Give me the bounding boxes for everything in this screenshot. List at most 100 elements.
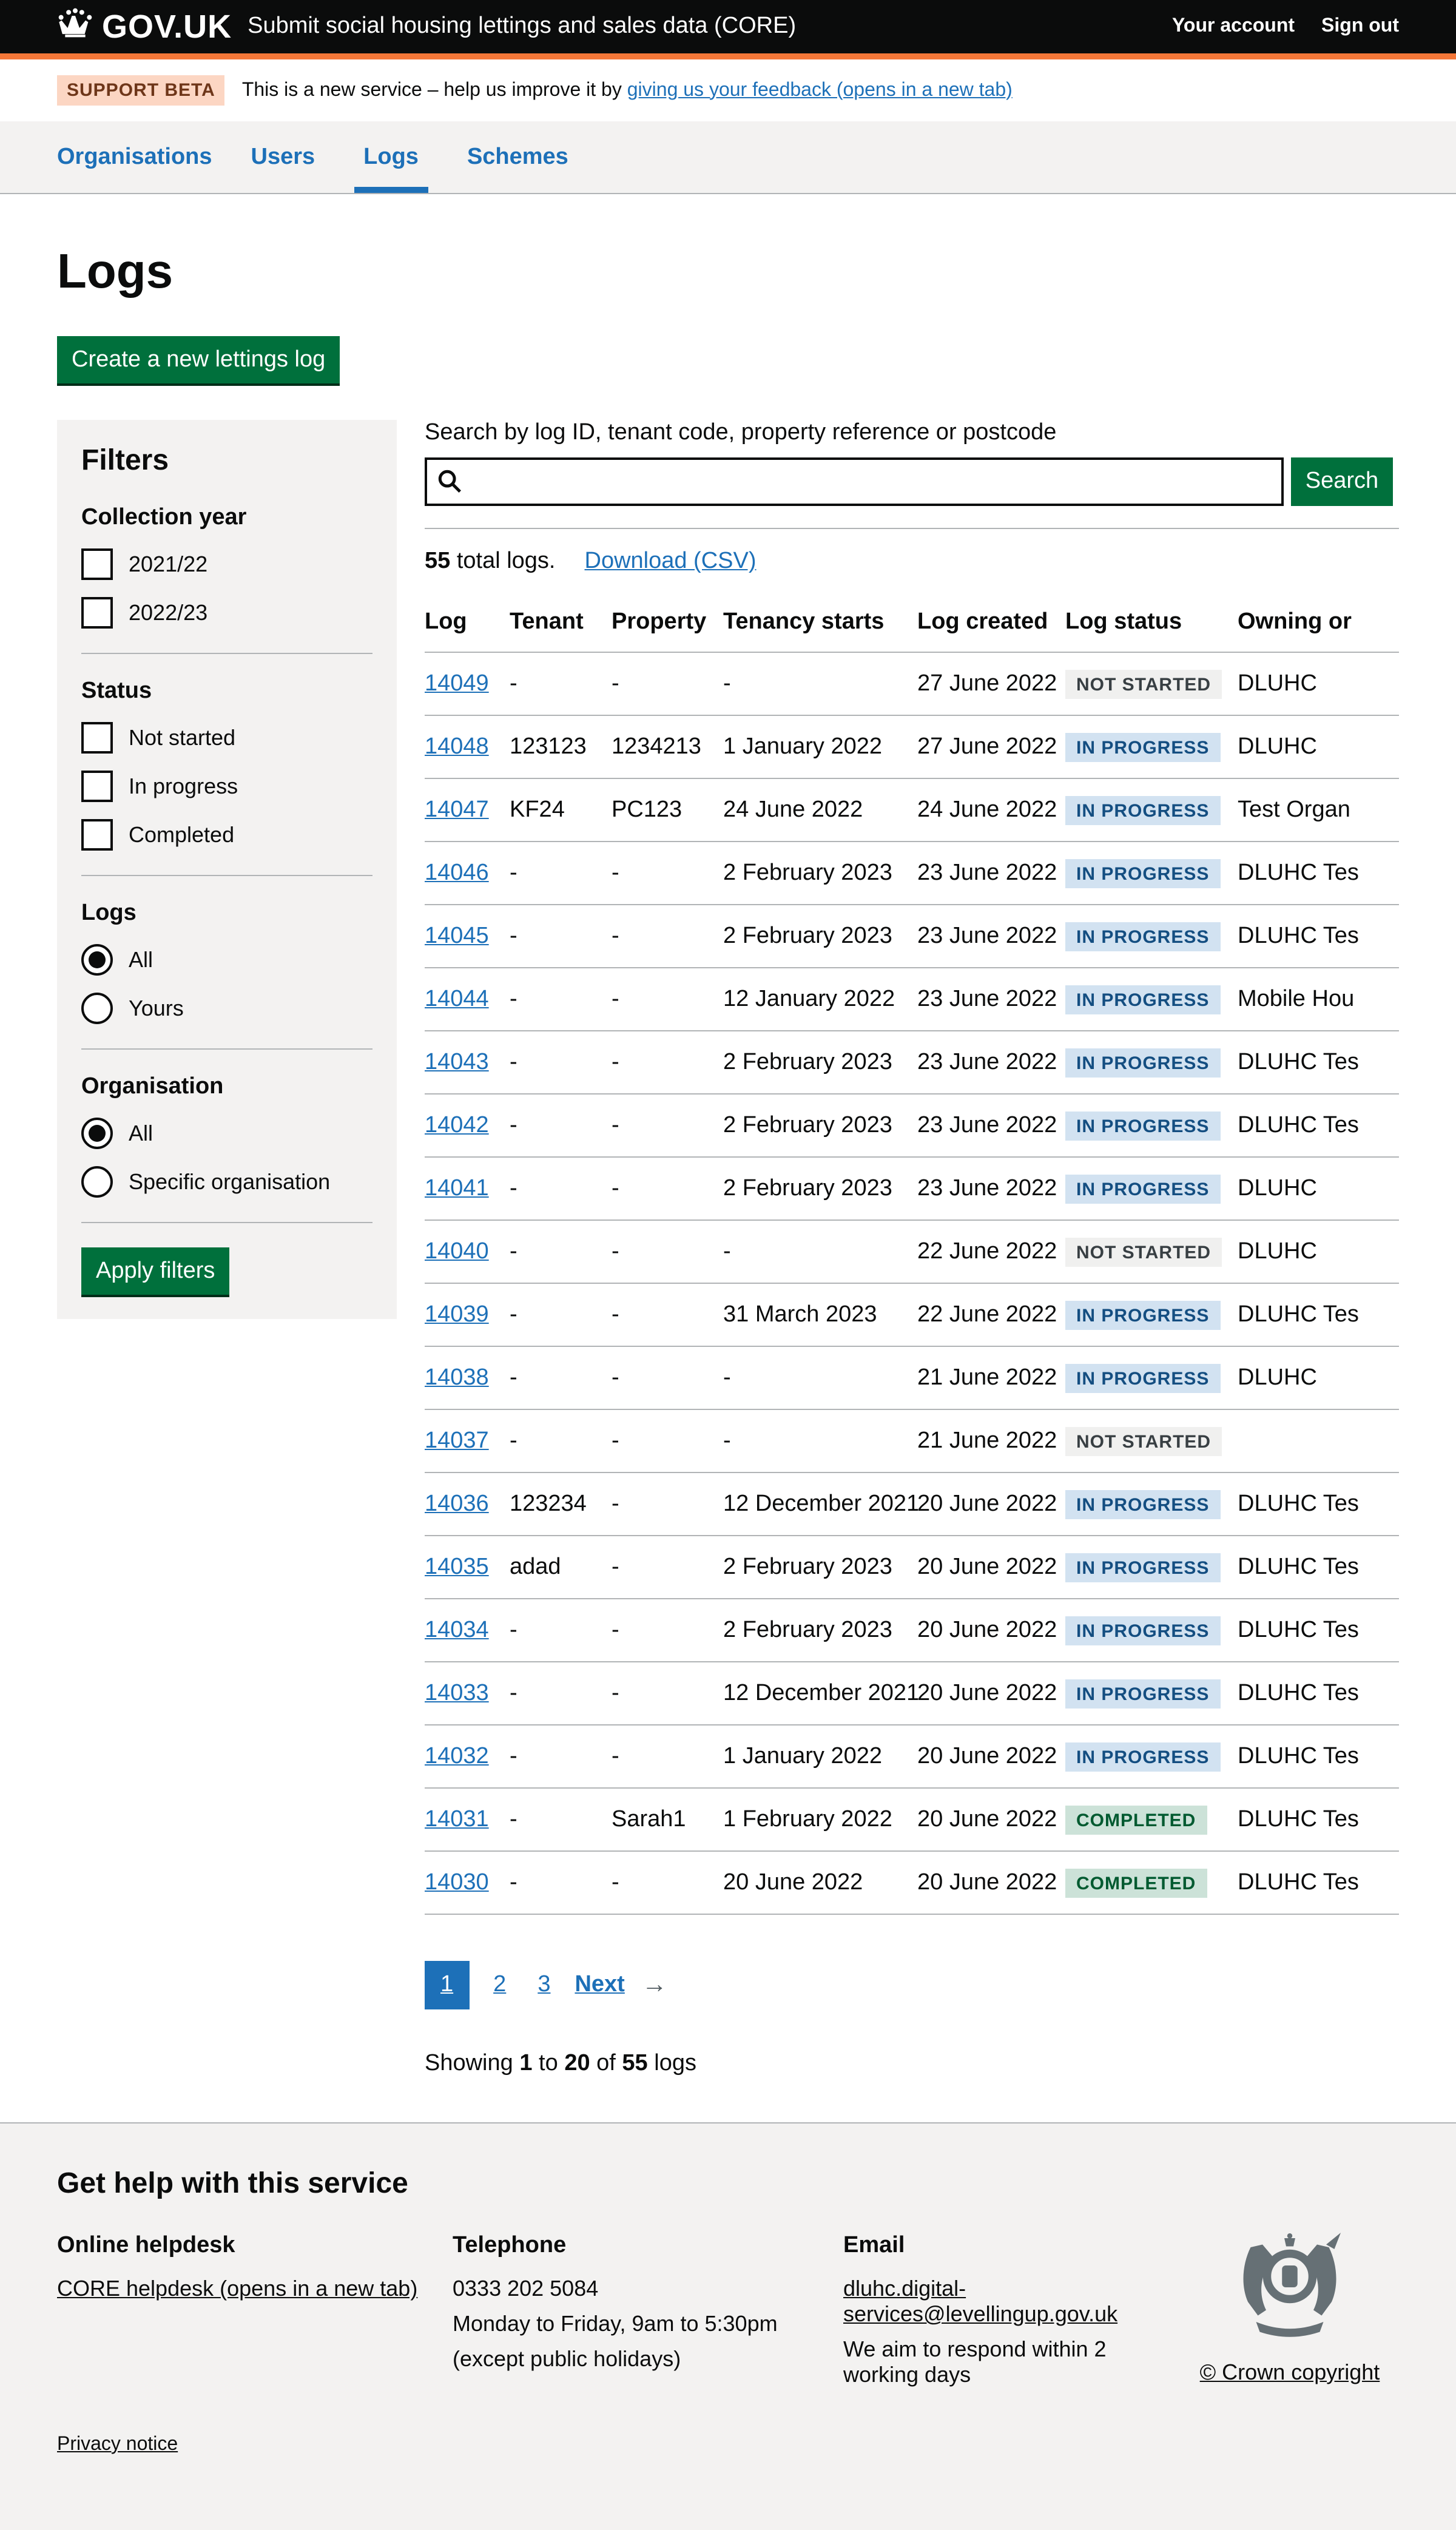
service-name-link[interactable]: Submit social housing lettings and sales… bbox=[248, 13, 796, 40]
phase-banner-prefix: This is a new service – help us improve … bbox=[242, 79, 627, 100]
search-button[interactable]: Search bbox=[1291, 457, 1393, 506]
log-id-link[interactable]: 14035 bbox=[425, 1554, 489, 1580]
log-created-cell: 20 June 2022 bbox=[917, 1725, 1065, 1788]
email-link[interactable]: dluhc.digital-services@levellingup.gov.u… bbox=[843, 2276, 1117, 2326]
property-cell: - bbox=[612, 652, 723, 715]
log-id-link[interactable]: 14033 bbox=[425, 1681, 489, 1706]
radio-label[interactable]: All bbox=[129, 947, 153, 973]
your-account-link[interactable]: Your account bbox=[1172, 16, 1295, 38]
radio-org-all[interactable]: All bbox=[81, 1118, 372, 1149]
helpdesk-heading: Online helpdesk bbox=[57, 2233, 453, 2259]
table-row: 14041 - - 2 February 2023 23 June 2022 I… bbox=[425, 1157, 1399, 1220]
table-row: 14046 - - 2 February 2023 23 June 2022 I… bbox=[425, 842, 1399, 905]
property-cell: - bbox=[612, 1346, 723, 1409]
property-cell: - bbox=[612, 968, 723, 1031]
crown-copyright-link[interactable]: © Crown copyright bbox=[1200, 2360, 1380, 2386]
log-id-link[interactable]: 14031 bbox=[425, 1807, 489, 1832]
log-id-link[interactable]: 14036 bbox=[425, 1491, 489, 1517]
tab-organisations[interactable]: Organisations bbox=[57, 121, 212, 193]
radio-button[interactable] bbox=[81, 1118, 113, 1149]
table-row: 14044 - - 12 January 2022 23 June 2022 I… bbox=[425, 968, 1399, 1031]
showing-text: logs bbox=[648, 2051, 696, 2076]
radio-label[interactable]: Yours bbox=[129, 996, 184, 1021]
checkbox-box[interactable] bbox=[81, 597, 113, 629]
checkbox-2021-22[interactable]: 2021/22 bbox=[81, 548, 372, 580]
radio-button[interactable] bbox=[81, 944, 113, 976]
log-id-link[interactable]: 14038 bbox=[425, 1365, 489, 1391]
download-csv-link[interactable]: Download (CSV) bbox=[585, 548, 757, 575]
tenancy-starts-cell: 2 February 2023 bbox=[723, 905, 917, 968]
log-id-link[interactable]: 14039 bbox=[425, 1302, 489, 1327]
radio-button[interactable] bbox=[81, 993, 113, 1024]
page-1-link[interactable]: 1 bbox=[425, 1961, 469, 2009]
log-created-cell: 21 June 2022 bbox=[917, 1409, 1065, 1472]
checkbox-not-started[interactable]: Not started bbox=[81, 722, 372, 754]
status-badge: IN PROGRESS bbox=[1065, 1301, 1220, 1330]
status-badge: IN PROGRESS bbox=[1065, 985, 1220, 1014]
log-id-link[interactable]: 14047 bbox=[425, 797, 489, 823]
tenant-cell: - bbox=[510, 1220, 612, 1283]
log-id-link[interactable]: 14049 bbox=[425, 671, 489, 697]
tenant-cell: - bbox=[510, 968, 612, 1031]
tab-schemes[interactable]: Schemes bbox=[467, 121, 568, 193]
search-input[interactable] bbox=[425, 457, 1284, 506]
table-row: 14038 - - - 21 June 2022 IN PROGRESS DLU… bbox=[425, 1346, 1399, 1409]
page-2-link[interactable]: 2 bbox=[486, 1961, 513, 2009]
checkbox-label[interactable]: 2022/23 bbox=[129, 600, 207, 626]
filters-divider bbox=[81, 653, 372, 654]
create-lettings-log-button[interactable]: Create a new lettings log bbox=[57, 336, 340, 383]
checkbox-box[interactable] bbox=[81, 819, 113, 851]
checkbox-completed[interactable]: Completed bbox=[81, 819, 372, 851]
checkbox-label[interactable]: Not started bbox=[129, 725, 235, 751]
radio-button[interactable] bbox=[81, 1166, 113, 1198]
checkbox-label[interactable]: 2021/22 bbox=[129, 552, 207, 577]
feedback-link[interactable]: giving us your feedback (opens in a new … bbox=[627, 79, 1013, 100]
checkbox-box[interactable] bbox=[81, 722, 113, 754]
tenancy-starts-cell: 2 February 2023 bbox=[723, 1031, 917, 1094]
radio-label[interactable]: All bbox=[129, 1121, 153, 1146]
tenancy-starts-cell: 2 February 2023 bbox=[723, 1094, 917, 1157]
tab-users[interactable]: Users bbox=[251, 121, 315, 193]
tenant-cell: 123123 bbox=[510, 715, 612, 778]
govuk-logo-link[interactable]: GOV.UK bbox=[57, 7, 232, 46]
owning-org-cell: DLUHC bbox=[1238, 652, 1399, 715]
tenancy-starts-cell: 12 December 2021 bbox=[723, 1662, 917, 1725]
checkbox-box[interactable] bbox=[81, 771, 113, 802]
log-id-link[interactable]: 14044 bbox=[425, 987, 489, 1012]
checkbox-label[interactable]: In progress bbox=[129, 774, 238, 799]
checkbox-in-progress[interactable]: In progress bbox=[81, 771, 372, 802]
log-id-link[interactable]: 14043 bbox=[425, 1050, 489, 1075]
apply-filters-button[interactable]: Apply filters bbox=[81, 1247, 229, 1295]
property-cell: - bbox=[612, 1662, 723, 1725]
page-3-link[interactable]: 3 bbox=[530, 1961, 558, 2009]
status-badge: IN PROGRESS bbox=[1065, 1490, 1220, 1519]
log-id-link[interactable]: 14037 bbox=[425, 1428, 489, 1454]
tenant-cell: - bbox=[510, 1157, 612, 1220]
log-id-link[interactable]: 14045 bbox=[425, 923, 489, 949]
log-created-cell: 20 June 2022 bbox=[917, 1599, 1065, 1662]
next-page-link[interactable]: Next bbox=[575, 1972, 624, 1999]
core-helpdesk-link[interactable]: CORE helpdesk (opens in a new tab) bbox=[57, 2276, 417, 2301]
log-id-link[interactable]: 14041 bbox=[425, 1176, 489, 1201]
log-id-link[interactable]: 14034 bbox=[425, 1618, 489, 1643]
log-created-cell: 23 June 2022 bbox=[917, 842, 1065, 905]
log-id-link[interactable]: 14040 bbox=[425, 1239, 489, 1264]
checkbox-label[interactable]: Completed bbox=[129, 822, 234, 848]
radio-label[interactable]: Specific organisation bbox=[129, 1169, 330, 1195]
log-id-link[interactable]: 14042 bbox=[425, 1113, 489, 1138]
privacy-notice-link[interactable]: Privacy notice bbox=[57, 2434, 178, 2455]
tenancy-starts-cell: - bbox=[723, 652, 917, 715]
radio-org-specific[interactable]: Specific organisation bbox=[81, 1166, 372, 1198]
log-id-link[interactable]: 14048 bbox=[425, 734, 489, 760]
radio-logs-all[interactable]: All bbox=[81, 944, 372, 976]
crown-icon bbox=[57, 7, 93, 46]
log-id-link[interactable]: 14030 bbox=[425, 1870, 489, 1895]
checkbox-box[interactable] bbox=[81, 548, 113, 580]
sign-out-link[interactable]: Sign out bbox=[1321, 16, 1399, 38]
status-badge: NOT STARTED bbox=[1065, 1427, 1222, 1456]
log-id-link[interactable]: 14046 bbox=[425, 860, 489, 886]
tab-logs[interactable]: Logs bbox=[354, 121, 428, 193]
radio-logs-yours[interactable]: Yours bbox=[81, 993, 372, 1024]
log-id-link[interactable]: 14032 bbox=[425, 1744, 489, 1769]
checkbox-2022-23[interactable]: 2022/23 bbox=[81, 597, 372, 629]
